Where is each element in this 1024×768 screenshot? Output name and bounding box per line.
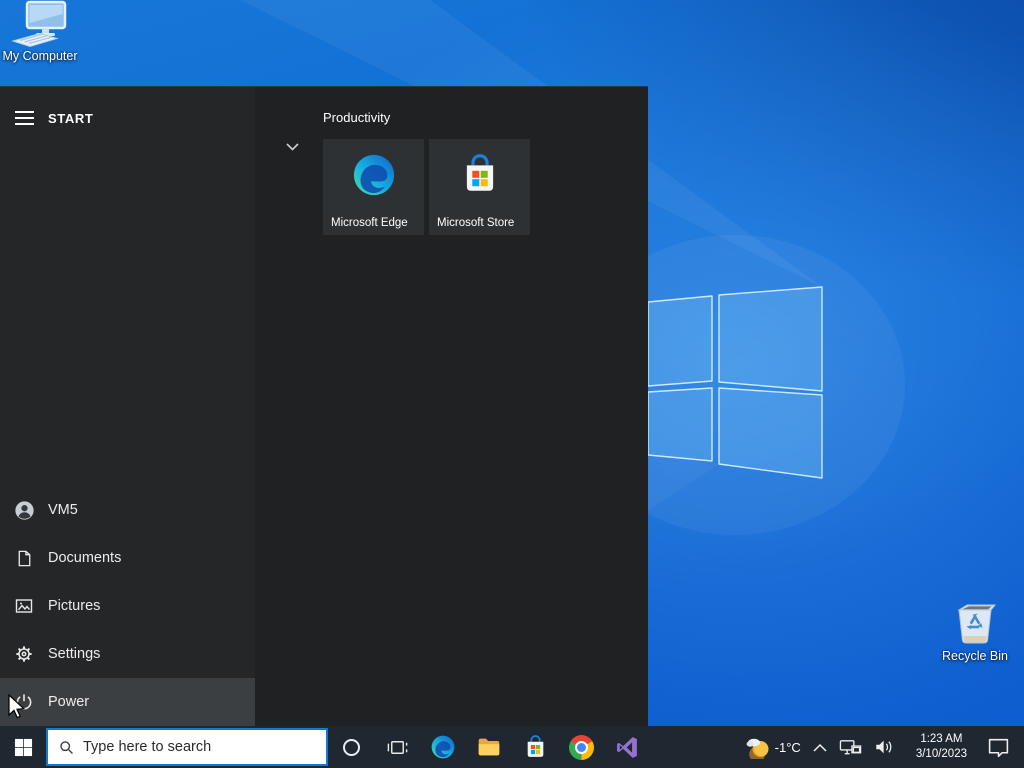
hamburger-menu-icon[interactable] [0, 101, 48, 135]
taskbar-app-file-explorer[interactable] [466, 726, 512, 768]
cortana-button[interactable] [328, 726, 374, 768]
desktop: My Computer Recycle Bin START VM5 Docume… [0, 0, 1024, 768]
user-avatar-icon [0, 500, 48, 521]
speaker-icon [876, 740, 892, 754]
network-status-button[interactable] [833, 726, 868, 768]
clock-time: 1:23 AM [920, 733, 963, 746]
taskbar-search-box[interactable] [46, 728, 328, 766]
recycle-bin-icon [957, 604, 997, 644]
pictures-icon [0, 596, 48, 616]
clock-date: 3/10/2023 [915, 748, 967, 760]
microsoft-edge-logo-icon [351, 152, 397, 198]
start-menu-nav: VM5 Documents Pictures Settings Power [0, 486, 255, 726]
start-menu-title: START [48, 110, 94, 126]
start-nav-settings[interactable]: Settings [0, 630, 255, 678]
start-menu-left-rail: START VM5 Documents Pictures Settings Po… [0, 87, 255, 726]
start-nav-label: Documents [48, 550, 122, 566]
action-center-icon [988, 738, 1009, 757]
cortana-icon [342, 738, 360, 756]
tile-microsoft-store[interactable]: Microsoft Store [429, 139, 530, 235]
taskbar-app-edge[interactable] [420, 726, 466, 768]
start-nav-power[interactable]: Power [0, 678, 255, 726]
document-icon [0, 549, 48, 568]
search-input[interactable] [83, 739, 318, 755]
start-nav-label: Settings [48, 646, 101, 662]
action-center-button[interactable] [981, 726, 1016, 768]
microsoft-edge-icon [431, 735, 455, 759]
microsoft-store-logo-icon [459, 154, 501, 196]
file-explorer-icon [478, 738, 500, 756]
start-nav-label: Pictures [48, 598, 101, 614]
tile-microsoft-edge[interactable]: Microsoft Edge [323, 139, 424, 235]
search-icon [60, 740, 73, 754]
start-nav-pictures[interactable]: Pictures [0, 582, 255, 630]
tile-label: Microsoft Store [437, 217, 515, 229]
taskbar-app-store[interactable] [512, 726, 558, 768]
windows-logo-icon [14, 738, 32, 756]
start-nav-user[interactable]: VM5 [0, 486, 255, 534]
network-icon [839, 739, 862, 754]
start-menu-tiles-region: Productivity Microsoft Edge Microsoft St… [255, 87, 648, 726]
tile-label: Microsoft Edge [331, 217, 408, 229]
desktop-icon-label: My Computer [2, 49, 78, 63]
tile-row: Microsoft Edge Microsoft Store [323, 139, 530, 235]
desktop-icon-recycle-bin[interactable]: Recycle Bin [935, 596, 1015, 664]
google-chrome-icon [568, 734, 594, 760]
tile-group-title[interactable]: Productivity [323, 110, 390, 125]
desktop-icon-my-computer[interactable]: My Computer [0, 0, 80, 64]
chevron-down-icon[interactable] [286, 143, 299, 151]
taskbar: -1°C [0, 726, 1024, 768]
weather-moon-cloud-icon [746, 738, 769, 759]
start-nav-label: Power [48, 694, 90, 710]
chevron-up-icon [813, 743, 827, 752]
start-menu: START VM5 Documents Pictures Settings Po… [0, 86, 648, 726]
clock[interactable]: 1:23 AM 3/10/2023 [902, 726, 981, 768]
show-hidden-icons-button[interactable] [807, 726, 833, 768]
weather-widget[interactable]: -1°C [740, 726, 807, 768]
taskbar-app-visual-studio[interactable] [604, 726, 650, 768]
system-tray: -1°C 1:23 AM 3/10/2023 [740, 726, 1024, 768]
task-view-button[interactable] [374, 726, 420, 768]
volume-button[interactable] [868, 726, 902, 768]
start-nav-documents[interactable]: Documents [0, 534, 255, 582]
desktop-icon-label: Recycle Bin [942, 649, 1008, 663]
computer-icon [11, 0, 67, 48]
microsoft-store-icon [527, 734, 543, 757]
gear-icon [0, 644, 48, 664]
start-nav-label: VM5 [48, 502, 78, 518]
start-button[interactable] [0, 726, 46, 768]
visual-studio-icon [616, 736, 637, 758]
temperature-text: -1°C [774, 739, 801, 755]
power-icon [0, 692, 48, 712]
taskbar-app-chrome[interactable] [558, 726, 604, 768]
start-menu-header: START [0, 101, 93, 135]
task-view-icon [387, 740, 407, 754]
